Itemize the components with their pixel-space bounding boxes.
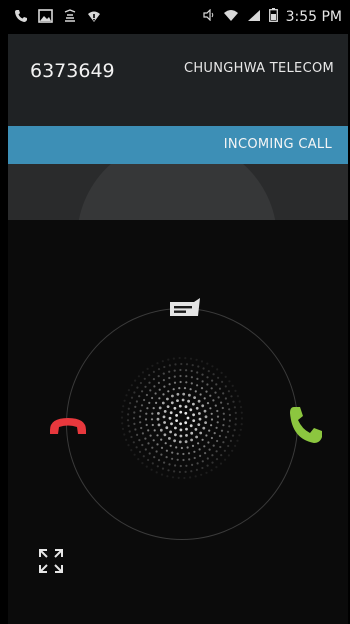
reply-message-button[interactable] bbox=[168, 298, 202, 324]
answer-call-button[interactable] bbox=[288, 405, 324, 445]
decline-call-button[interactable] bbox=[46, 410, 90, 440]
message-icon bbox=[170, 298, 200, 316]
expand-button[interactable] bbox=[38, 548, 64, 574]
phone-answer-icon bbox=[290, 407, 322, 443]
incoming-call-screen: 3:55 PM 6373649 CHUNGHWA TELECOM INCOMIN… bbox=[8, 0, 348, 624]
phone-hangup-icon bbox=[50, 418, 86, 434]
expand-icon bbox=[39, 549, 63, 573]
